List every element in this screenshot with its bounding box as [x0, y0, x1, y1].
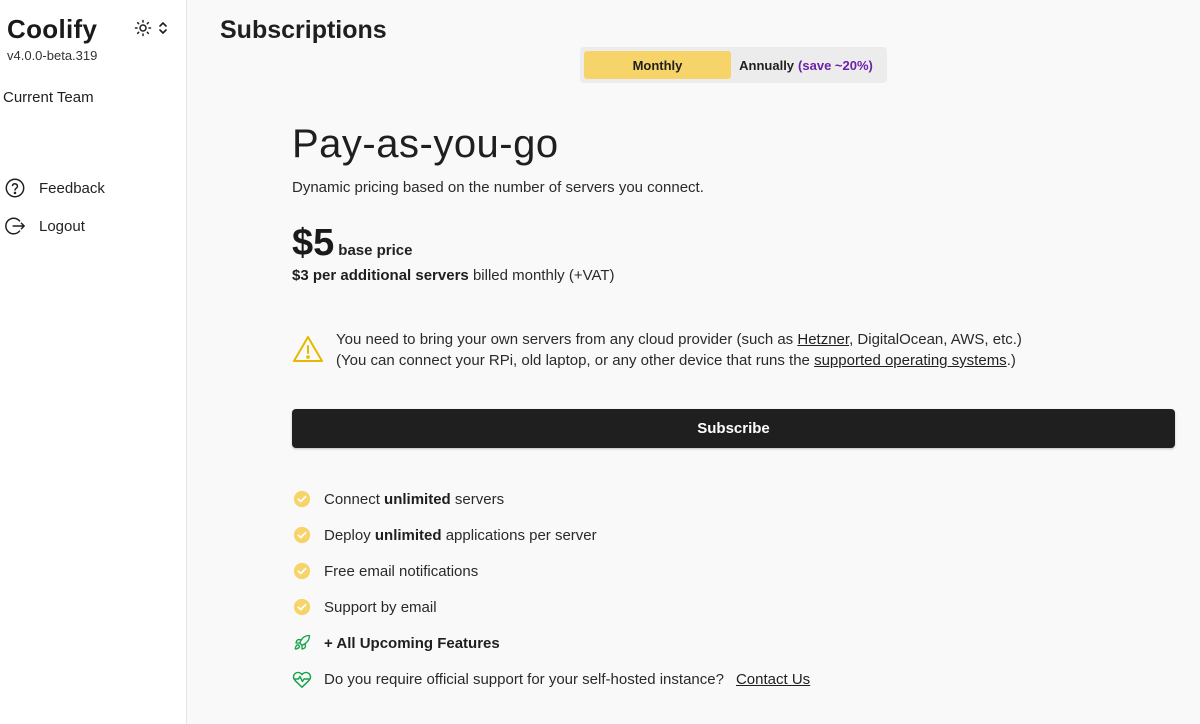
plan-title: Pay-as-you-go	[292, 122, 559, 166]
heart-pulse-icon	[292, 669, 312, 689]
question-circle-icon	[4, 177, 26, 199]
monthly-label: Monthly	[632, 57, 683, 73]
base-price-label: base price	[338, 242, 413, 259]
feature-text: Support by email	[324, 598, 437, 616]
app-version: v4.0.0-beta.319	[7, 48, 98, 63]
notice-line-1: You need to bring your own servers from …	[336, 331, 1022, 348]
annual-savings-badge: (save ~20%)	[798, 57, 873, 73]
notice-text: You need to bring your own servers from …	[336, 329, 1022, 371]
annually-label: Annually	[739, 57, 795, 73]
additional-price-row: $3 per additional servers billed monthly…	[292, 267, 615, 284]
rocket-icon	[292, 633, 312, 653]
server-requirement-notice: You need to bring your own servers from …	[292, 329, 1022, 371]
feature-text: Free email notifications	[324, 562, 479, 580]
feature-text: Deploy unlimited applications per server	[324, 526, 597, 544]
feature-item: Free email notifications	[292, 553, 810, 589]
feature-item: Support by email	[292, 589, 810, 625]
additional-price: $3	[292, 267, 309, 284]
feature-item: Do you require official support for your…	[292, 661, 810, 697]
hetzner-link[interactable]: Hetzner	[797, 331, 849, 348]
theme-toggle[interactable]	[134, 19, 174, 42]
feature-text: + All Upcoming Features	[324, 634, 500, 652]
notice-line-2: (You can connect your RPi, old laptop, o…	[336, 352, 1016, 369]
feature-text: Do you require official support for your…	[324, 670, 724, 688]
annually-option[interactable]: Annually (save ~20%)	[731, 51, 881, 79]
feature-item: Connect unlimited servers	[292, 481, 810, 517]
additional-price-label: per additional servers	[312, 267, 469, 284]
sidebar-item-label: Logout	[39, 217, 85, 235]
supported-os-link[interactable]: supported operating systems	[814, 352, 1007, 369]
logout-icon	[4, 215, 26, 237]
check-circle-icon	[292, 561, 312, 581]
feature-text: Connect unlimited servers	[324, 490, 505, 508]
sidebar-item-feedback[interactable]: Feedback	[4, 176, 105, 200]
sidebar: Coolify v4.0.0-beta.319 Current Team Fee…	[0, 0, 187, 724]
check-circle-icon	[292, 489, 312, 509]
brand-name: Coolify	[7, 14, 98, 44]
feature-list: Connect unlimited servers Deploy unlimit…	[292, 481, 810, 697]
sidebar-item-label: Feedback	[39, 179, 105, 197]
page-title: Subscriptions	[220, 16, 387, 44]
check-circle-icon	[292, 597, 312, 617]
plan-description: Dynamic pricing based on the number of s…	[292, 179, 704, 196]
billing-note: billed monthly (+VAT)	[472, 267, 615, 284]
contact-us-link[interactable]: Contact Us	[736, 671, 810, 688]
feature-item: + All Upcoming Features	[292, 625, 810, 661]
check-circle-icon	[292, 525, 312, 545]
sun-icon	[134, 19, 152, 42]
base-price-row: $5 base price	[292, 222, 413, 265]
warning-triangle-icon	[292, 333, 324, 365]
current-team-label[interactable]: Current Team	[3, 89, 94, 106]
billing-period-toggle: Monthly Annually (save ~20%)	[580, 47, 887, 83]
chevron-updown-icon	[158, 21, 168, 40]
monthly-option[interactable]: Monthly	[584, 51, 731, 79]
sidebar-item-logout[interactable]: Logout	[4, 214, 85, 238]
subscribe-button[interactable]: Subscribe	[292, 409, 1175, 448]
base-price: $5	[292, 222, 335, 264]
feature-item: Deploy unlimited applications per server	[292, 517, 810, 553]
